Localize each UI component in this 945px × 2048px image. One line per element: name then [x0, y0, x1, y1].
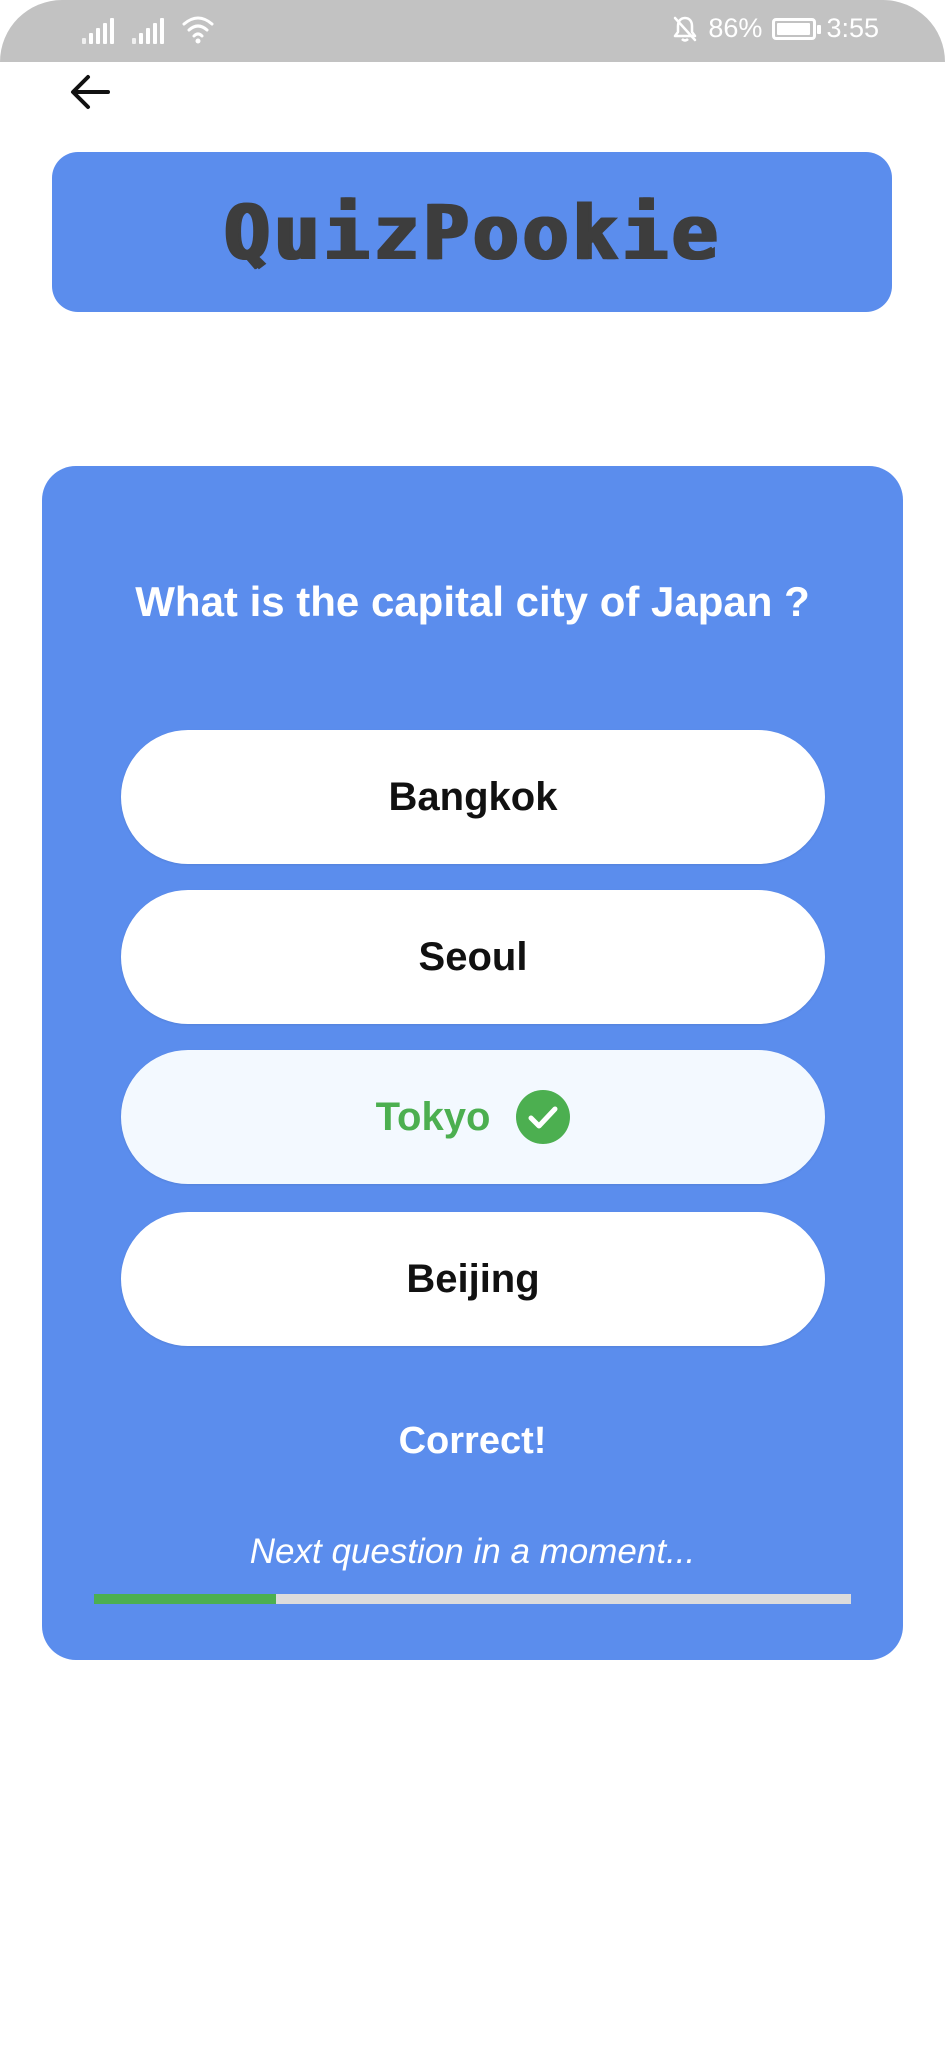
app-screen: 86% 3:55 QuizPookie What is the capital …	[0, 0, 945, 2048]
answer-label: Tokyo	[375, 1094, 491, 1139]
notifications-off-icon	[674, 16, 697, 42]
battery-icon	[772, 17, 822, 40]
question-text: What is the capital city of Japan ?	[135, 578, 810, 625]
progress-fill	[94, 1594, 276, 1604]
next-question-message: Next question in a moment...	[249, 1532, 696, 1571]
check-circle-icon	[516, 1090, 571, 1144]
wifi-icon	[182, 16, 214, 44]
result-text: Correct!	[398, 1420, 547, 1462]
battery-percent: 86%	[708, 13, 763, 43]
answer-label: Bangkok	[388, 774, 558, 819]
status-right: 86% 3:55	[672, 13, 879, 44]
answer-option-bangkok[interactable]: Bangkok	[121, 730, 825, 864]
arrow-left-icon	[71, 75, 110, 109]
status-bar: 86% 3:55	[0, 0, 945, 62]
signal-icon	[132, 18, 164, 44]
status-left	[82, 14, 214, 44]
back-button[interactable]	[60, 62, 120, 122]
answer-option-seoul[interactable]: Seoul	[121, 890, 825, 1024]
signal-icon	[82, 18, 114, 44]
answer-option-tokyo[interactable]: Tokyo	[121, 1050, 825, 1184]
quiz-card: What is the capital city of Japan ? Bang…	[42, 466, 903, 1660]
answer-label: Seoul	[418, 934, 528, 979]
app-logo-text: QuizPookie	[223, 187, 721, 277]
answer-label: Beijing	[406, 1256, 540, 1301]
status-time: 3:55	[826, 13, 879, 43]
logo-banner: QuizPookie	[52, 152, 892, 312]
progress-bar	[94, 1594, 851, 1604]
answer-option-beijing[interactable]: Beijing	[121, 1212, 825, 1346]
